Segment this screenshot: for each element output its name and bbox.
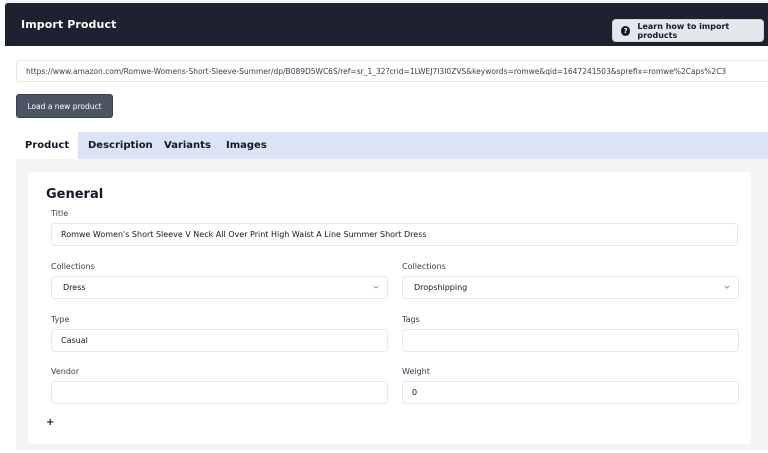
title-label: Title [51, 209, 69, 218]
page-header: Import Product ? Learn how to import pro… [5, 3, 768, 46]
add-field-button[interactable]: + [46, 417, 54, 428]
load-new-product-button[interactable]: Load a new product [16, 94, 113, 118]
weight-field[interactable]: 0 [402, 381, 739, 404]
collections-value-1: Dress [63, 283, 86, 292]
tab-images[interactable]: Images [226, 132, 267, 159]
title-field[interactable]: Romwe Women's Short Sleeve V Neck All Ov… [51, 223, 738, 246]
tags-label: Tags [402, 315, 420, 324]
tab-product[interactable]: Product [16, 132, 79, 159]
tab-description[interactable]: Description [88, 132, 153, 159]
collections-value-2: Dropshipping [414, 283, 468, 292]
page-title: Import Product [21, 18, 117, 31]
collections-select-1[interactable]: Dress [51, 276, 388, 299]
weight-label: Weight [402, 367, 430, 376]
vendor-field[interactable] [51, 381, 388, 404]
help-icon: ? [621, 25, 631, 36]
collections-label-1: Collections [51, 262, 95, 271]
collections-label-2: Collections [402, 262, 446, 271]
product-url-input[interactable] [16, 60, 768, 82]
learn-import-label: Learn how to import products [637, 21, 730, 40]
type-field[interactable]: Casual [51, 329, 388, 352]
type-label: Type [51, 315, 70, 324]
chevron-down-icon [724, 285, 730, 289]
tags-field[interactable] [402, 329, 739, 352]
tab-variants[interactable]: Variants [164, 132, 211, 159]
chevron-down-icon [373, 285, 379, 289]
collections-select-2[interactable]: Dropshipping [402, 276, 739, 299]
vendor-label: Vendor [51, 367, 80, 376]
tab-bar: Product Description Variants Images [16, 132, 768, 159]
general-heading: General [46, 187, 104, 202]
learn-import-button[interactable]: ? Learn how to import products [612, 19, 764, 42]
